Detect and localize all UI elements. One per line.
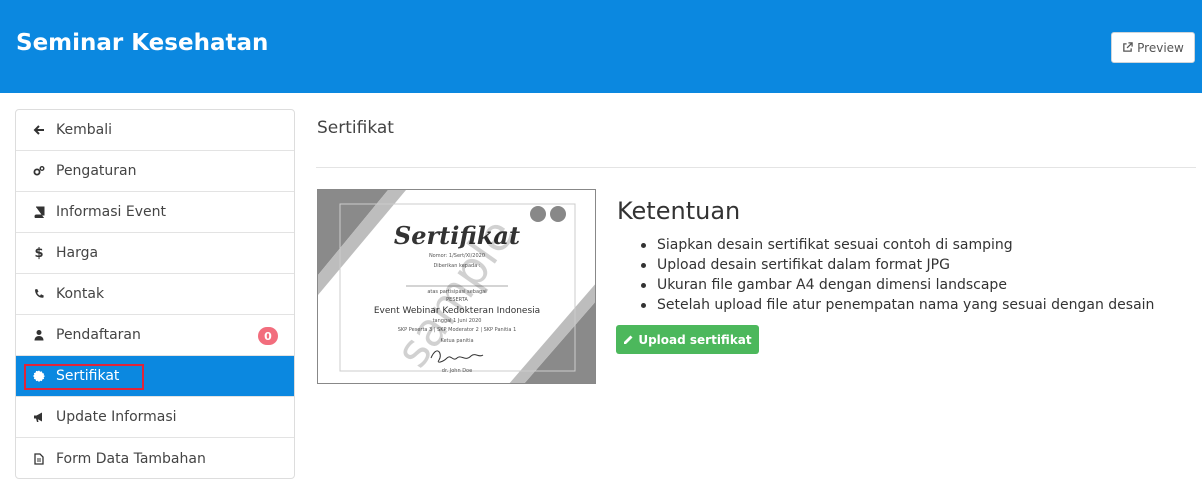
sidebar-item-label: Harga [56,245,99,261]
megaphone-icon [32,410,46,424]
section-divider [316,167,1196,168]
sidebar-item-label: Pendaftaran [56,327,141,343]
external-link-icon [1123,42,1133,52]
sidebar-item-label: Form Data Tambahan [56,450,206,467]
section-title: Sertifikat [317,118,394,138]
book-icon [32,205,46,219]
sidebar-item-label: Kontak [56,286,105,302]
rule-item: Ukuran file gambar A4 dengan dimensi lan… [637,275,1154,295]
upload-certificate-button[interactable]: Upload sertifikat [616,325,759,354]
cert-signer: dr. John Doe [442,368,472,374]
pencil-icon [624,335,633,344]
sidebar-item-label: Update Informasi [56,409,177,425]
gears-icon [32,164,46,178]
dollar-icon: $ [34,245,44,261]
upload-label: Upload sertifikat [638,332,752,347]
registration-count-badge: 0 [258,327,278,345]
arrow-left-icon [32,123,46,137]
page-title: Seminar Kesehatan [16,30,269,56]
sidebar-item-label: Informasi Event [56,204,166,220]
sidebar-item-pengaturan[interactable]: Pengaturan [16,151,294,192]
sidebar-item-label: Kembali [56,122,112,138]
sidebar-item-update-informasi[interactable]: Update Informasi [16,397,294,438]
sidebar-item-pendaftaran[interactable]: Pendaftaran 0 [16,315,294,356]
rules-list: Siapkan desain sertifikat sesuai contoh … [637,235,1154,315]
certificate-sample-image: Sertifikat Nomor: 1/Sert/XI/2020 Diberik… [317,189,596,384]
sidebar-item-kontak[interactable]: Kontak [16,274,294,315]
phone-icon [32,287,46,301]
sidebar-item-label: Pengaturan [56,163,137,179]
app-header: Seminar Kesehatan Preview [0,0,1202,93]
file-text-icon [32,452,46,466]
certificate-sample-graphic: Sertifikat Nomor: 1/Sert/XI/2020 Diberik… [318,190,595,383]
sidebar-item-form-data-tambahan[interactable]: Form Data Tambahan [16,438,294,478]
user-icon [32,328,46,342]
sidebar-item-harga[interactable]: $ Harga [16,233,294,274]
rules-heading: Ketentuan [617,197,741,225]
sidebar-nav: Kembali Pengaturan Informasi Event $ Har… [15,109,295,479]
preview-label: Preview [1137,40,1184,55]
sidebar-item-sertifikat[interactable]: Sertifikat [16,356,294,397]
sidebar-item-kembali[interactable]: Kembali [16,110,294,151]
rule-item: Siapkan desain sertifikat sesuai contoh … [637,235,1154,255]
rule-item: Setelah upload file atur penempatan nama… [637,295,1154,315]
preview-button[interactable]: Preview [1111,32,1195,63]
selection-highlight [24,364,144,390]
sidebar-item-informasi-event[interactable]: Informasi Event [16,192,294,233]
rule-item: Upload desain sertifikat dalam format JP… [637,255,1154,275]
